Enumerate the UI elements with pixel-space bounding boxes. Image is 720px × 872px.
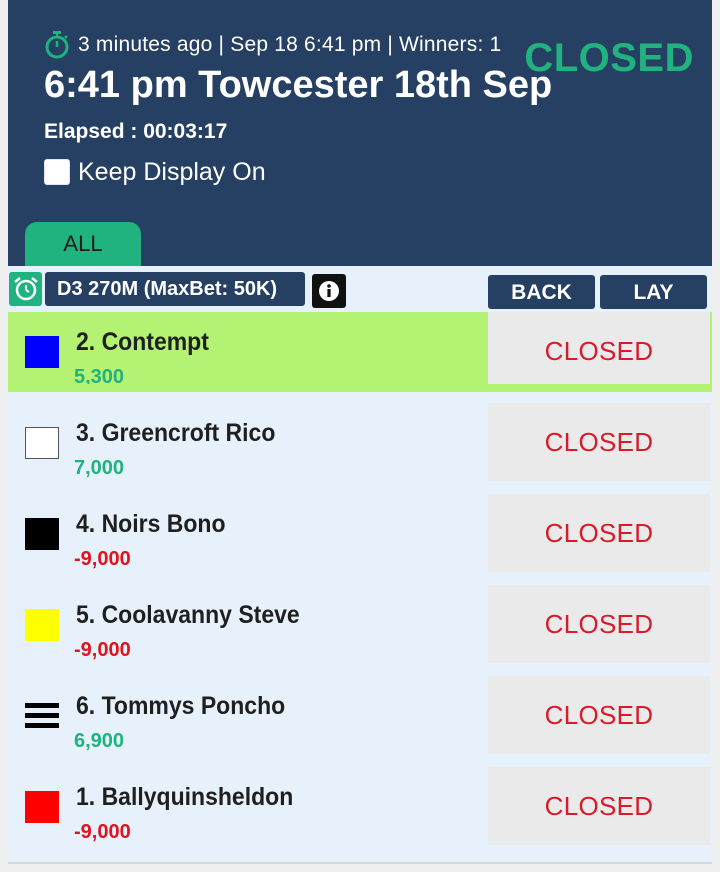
runner-profit-loss: -9,000 [74, 639, 131, 661]
runner-price-cell[interactable]: CLOSED [488, 676, 710, 754]
runner-profit-loss: -9,000 [74, 548, 131, 570]
silk-icon [25, 518, 59, 550]
stopwatch-icon [45, 31, 69, 59]
runner-name: 5. Coolavanny Steve [76, 601, 300, 629]
race-meta-text: 3 minutes ago | Sep 18 6:41 pm | Winners… [78, 33, 502, 56]
alarm-clock-icon [14, 277, 38, 301]
runner-profit-loss: 5,300 [74, 366, 125, 388]
market-name: D3 270M (MaxBet: 50K) [45, 272, 305, 306]
runner-price-cell[interactable]: CLOSED [488, 767, 710, 845]
market-frame: 3 minutes ago | Sep 18 6:41 pm | Winners… [8, 0, 712, 864]
runner-row[interactable]: 1. Ballyquinsheldon -9,000 CLOSED [8, 767, 712, 847]
market-bar: D3 270M (MaxBet: 50K) BACK LAY [8, 270, 712, 310]
race-title: 6:41 pm Towcester 18th Sep [44, 64, 553, 106]
tab-all[interactable]: ALL [25, 222, 141, 266]
runner-name: 3. Greencroft Rico [76, 419, 276, 447]
silk-icon [25, 336, 59, 368]
runner-name: 1. Ballyquinsheldon [76, 783, 294, 811]
silk-icon [25, 791, 59, 823]
runner-price-cell[interactable]: CLOSED [488, 494, 710, 572]
alarm-clock-button[interactable] [9, 272, 42, 306]
runner-profit-loss: 7,000 [74, 457, 125, 479]
keep-display-checkbox[interactable] [44, 159, 70, 185]
runner-row[interactable]: 4. Noirs Bono -9,000 CLOSED [8, 494, 712, 574]
silk-icon [25, 427, 59, 459]
back-column-header[interactable]: BACK [488, 275, 595, 309]
keep-display-label: Keep Display On [78, 157, 266, 186]
lay-column-header[interactable]: LAY [600, 275, 707, 309]
runner-price-cell[interactable]: CLOSED [488, 585, 710, 663]
runner-name: 2. Contempt [76, 328, 209, 356]
elapsed-time: Elapsed : 00:03:17 [44, 120, 228, 143]
runner-price-cell[interactable]: CLOSED [488, 312, 710, 390]
runner-profit-loss: -9,000 [74, 821, 131, 843]
silk-icon [25, 609, 59, 641]
race-header: 3 minutes ago | Sep 18 6:41 pm | Winners… [8, 0, 712, 266]
runner-price-cell[interactable]: CLOSED [488, 403, 710, 481]
silk-icon [25, 698, 59, 730]
info-icon [319, 281, 339, 301]
runner-row[interactable]: 5. Coolavanny Steve -9,000 CLOSED [8, 585, 712, 665]
keep-display-toggle[interactable]: Keep Display On [44, 156, 266, 188]
runner-row[interactable]: 2. Contempt 5,300 CLOSED [8, 312, 712, 392]
runner-row[interactable]: 6. Tommys Poncho 6,900 CLOSED [8, 676, 712, 756]
runner-name: 4. Noirs Bono [76, 510, 226, 538]
runner-profit-loss: 6,900 [74, 730, 125, 752]
info-button[interactable] [312, 274, 346, 308]
runner-row[interactable]: 3. Greencroft Rico 7,000 CLOSED [8, 403, 712, 483]
runner-name: 6. Tommys Poncho [76, 692, 286, 720]
race-meta: 3 minutes ago | Sep 18 6:41 pm | Winners… [44, 30, 501, 60]
